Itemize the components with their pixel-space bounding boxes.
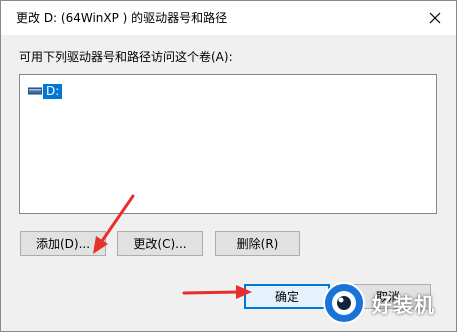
- close-button[interactable]: [413, 1, 456, 35]
- list-item-label: D:: [43, 84, 62, 99]
- ok-button[interactable]: 确定: [244, 284, 330, 309]
- drive-path-listbox[interactable]: D:: [19, 74, 437, 214]
- drive-icon: [28, 86, 42, 96]
- volume-access-label: 可用下列驱动器号和路径访问这个卷(A):: [19, 48, 233, 65]
- remove-button[interactable]: 删除(R): [215, 231, 300, 256]
- watermark: 好装机: [322, 279, 452, 327]
- change-button[interactable]: 更改(C)...: [117, 231, 203, 256]
- watermark-text: 好装机: [372, 289, 435, 318]
- title-bar: 更改 D: (64WinXP ) 的驱动器号和路径: [1, 1, 456, 35]
- window-title: 更改 D: (64WinXP ) 的驱动器号和路径: [16, 9, 227, 26]
- close-icon: [429, 12, 441, 24]
- list-item-drive-d[interactable]: D:: [28, 83, 62, 99]
- add-button[interactable]: 添加(D)...: [20, 231, 106, 256]
- camera-eye-logo: [322, 281, 366, 325]
